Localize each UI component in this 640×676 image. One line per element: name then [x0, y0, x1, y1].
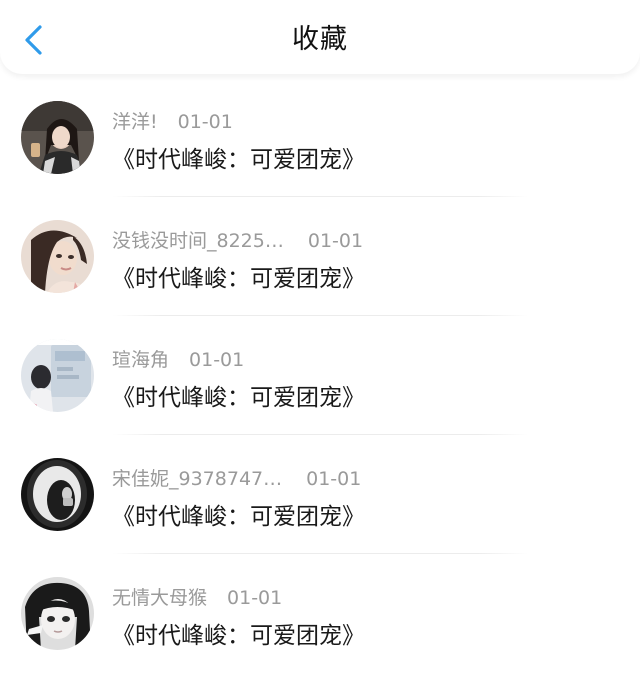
- favorite-item[interactable]: 没钱没时间_8225… 01-01 《时代峰峻：可爱团宠》: [0, 197, 640, 316]
- work-title[interactable]: 《时代峰峻：可爱团宠》: [112, 144, 365, 176]
- username[interactable]: 宋佳妮_9378747…: [112, 468, 282, 490]
- username[interactable]: 没钱没时间_8225…: [112, 230, 284, 252]
- page-title: 收藏: [292, 24, 348, 55]
- favorite-item[interactable]: 瑄海角 01-01 《时代峰峻：可爱团宠》: [0, 316, 640, 435]
- avatar[interactable]: [21, 220, 94, 293]
- favorite-date: 01-01: [227, 587, 283, 609]
- favorite-meta: 瑄海角 01-01: [112, 347, 244, 373]
- work-title[interactable]: 《时代峰峻：可爱团宠》: [112, 263, 365, 295]
- favorite-item[interactable]: 洋洋! 01-01 《时代峰峻：可爱团宠》: [0, 78, 640, 197]
- username[interactable]: 瑄海角: [112, 349, 169, 371]
- username[interactable]: 洋洋!: [112, 111, 158, 133]
- favorites-list: 洋洋! 01-01 《时代峰峻：可爱团宠》 没钱没时间_8225… 01-01 …: [0, 78, 640, 673]
- favorite-item[interactable]: 宋佳妮_9378747… 01-01 《时代峰峻：可爱团宠》: [0, 435, 640, 554]
- work-title[interactable]: 《时代峰峻：可爱团宠》: [112, 620, 365, 652]
- favorites-screen: 收藏 洋洋! 01-01 《时代峰峻：可爱团宠》 没钱没时间_8225… 01-…: [0, 0, 640, 676]
- favorite-meta: 洋洋! 01-01: [112, 109, 233, 135]
- top-bar: 收藏: [0, 0, 640, 74]
- favorite-date: 01-01: [306, 468, 362, 490]
- avatar[interactable]: [21, 101, 94, 174]
- avatar[interactable]: [21, 458, 94, 531]
- username[interactable]: 无情大母猴: [112, 587, 207, 609]
- favorite-item[interactable]: 无情大母猴 01-01 《时代峰峻：可爱团宠》: [0, 554, 640, 673]
- work-title[interactable]: 《时代峰峻：可爱团宠》: [112, 382, 365, 414]
- favorite-meta: 宋佳妮_9378747… 01-01: [112, 466, 361, 492]
- avatar[interactable]: [21, 339, 94, 412]
- work-title[interactable]: 《时代峰峻：可爱团宠》: [112, 501, 365, 533]
- favorite-date: 01-01: [189, 349, 245, 371]
- avatar[interactable]: [21, 577, 94, 650]
- favorite-meta: 没钱没时间_8225… 01-01: [112, 228, 363, 254]
- favorite-meta: 无情大母猴 01-01: [112, 585, 282, 611]
- favorite-date: 01-01: [307, 230, 364, 252]
- favorite-date: 01-01: [177, 111, 233, 133]
